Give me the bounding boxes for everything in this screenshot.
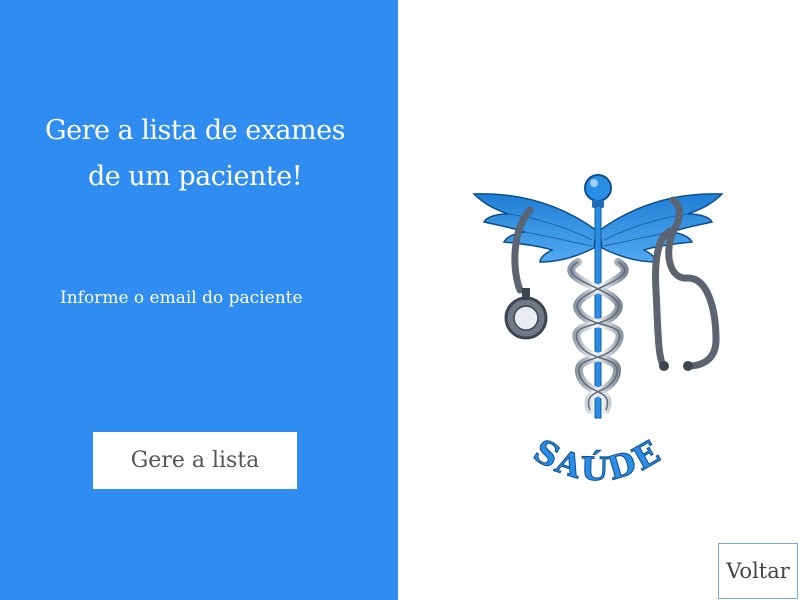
page-title: Gere a lista de exames de um paciente! [0, 108, 390, 200]
page-title-line-1: Gere a lista de exames [45, 115, 345, 146]
logo-text: SAÚDE [527, 432, 668, 489]
page-title-line-2: de um paciente! [87, 161, 303, 192]
email-field[interactable] [58, 318, 342, 350]
email-label: Informe o email do paciente [60, 288, 303, 308]
caduceus-stethoscope-icon: SAÚDE [472, 174, 724, 489]
back-button[interactable]: Voltar [718, 543, 798, 599]
left-panel: Gere a lista de exames de um paciente! I… [0, 0, 398, 600]
generate-list-button[interactable]: Gere a lista [93, 432, 297, 489]
